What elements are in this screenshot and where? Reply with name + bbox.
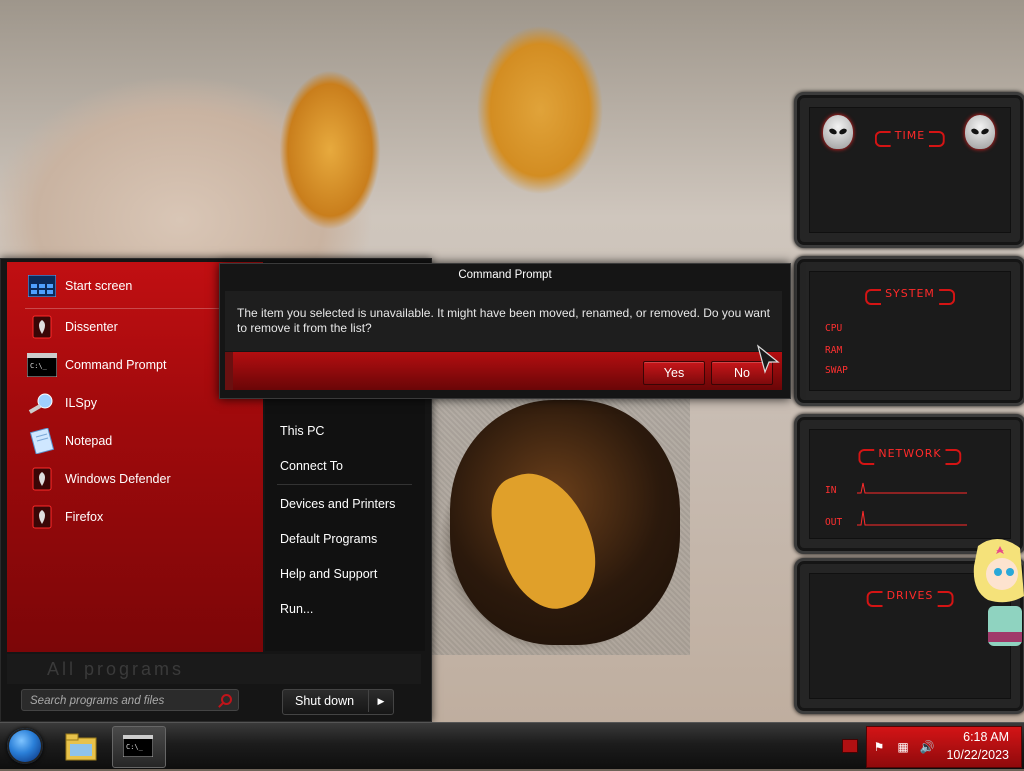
cmd-icon: C:\_	[123, 735, 153, 757]
swap-label: SWAP	[825, 365, 848, 376]
start-menu-places: This PC Connect To Devices and Printers …	[265, 395, 425, 651]
cartoon-sticker	[973, 538, 1024, 646]
start-screen-icon	[27, 273, 57, 299]
alienware-app-icon	[27, 314, 57, 340]
start-item-label: Start screen	[65, 279, 133, 293]
start-link-run[interactable]: Run...	[280, 602, 313, 616]
yes-button[interactable]: Yes	[643, 361, 705, 385]
search-placeholder: Search programs and files	[30, 695, 165, 707]
dialog-message: The item you selected is unavailable. It…	[237, 306, 770, 335]
all-programs-button[interactable]: All programs	[7, 654, 421, 684]
shutdown-label: Shut down	[295, 694, 355, 708]
svg-text:C:\_: C:\_	[30, 362, 48, 370]
start-link-this-pc[interactable]: This PC	[280, 424, 324, 438]
divider	[25, 308, 235, 309]
search-icon	[221, 694, 232, 705]
clock-date[interactable]: 10/22/2023	[946, 748, 1009, 762]
alien-head-icon	[823, 115, 853, 149]
alien-head-icon	[965, 115, 995, 149]
start-link-devices-printers[interactable]: Devices and Printers	[280, 497, 395, 511]
network-out-label: OUT	[825, 517, 843, 528]
ram-label: RAM	[825, 345, 843, 356]
command-prompt-dialog: Command Prompt The item you selected is …	[219, 263, 791, 399]
network-graph	[857, 482, 967, 526]
start-item-label: Command Prompt	[65, 358, 167, 372]
divider	[277, 484, 412, 485]
drives-gadget-title: DRIVES	[866, 589, 954, 607]
network-gadget[interactable]: NETWORK IN OUT	[794, 414, 1024, 554]
ilspy-icon	[27, 390, 57, 416]
start-item-label: Dissenter	[65, 320, 118, 334]
network-gadget-title: NETWORK	[858, 447, 963, 465]
system-gadget[interactable]: SYSTEM CPU RAM SWAP	[794, 256, 1024, 406]
clock-time[interactable]: 6:18 AM	[963, 730, 1009, 744]
cpu-label: CPU	[825, 323, 843, 334]
alienware-app-icon	[27, 466, 57, 492]
start-search-input[interactable]: Search programs and files	[21, 689, 239, 711]
volume-icon[interactable]: 🔊	[919, 739, 935, 755]
system-gadget-title: SYSTEM	[865, 287, 955, 305]
taskbar: C:\_ ⚑ ▦ 🔊 6:18 AM 10/22/2023	[0, 722, 1024, 769]
dialog-button-bar: Yes No	[225, 352, 782, 390]
shutdown-button[interactable]: Shut down ▶	[282, 689, 394, 715]
start-item-notepad[interactable]: Notepad	[27, 426, 112, 456]
start-button[interactable]	[7, 728, 43, 764]
shutdown-options-arrow-icon[interactable]: ▶	[368, 690, 393, 712]
cmd-icon: C:\_	[27, 352, 57, 378]
start-item-label: Notepad	[65, 434, 113, 448]
taskbar-command-prompt[interactable]: C:\_	[112, 726, 166, 768]
time-gadget[interactable]: TIME	[794, 92, 1024, 248]
start-item-windows-defender[interactable]: Windows Defender	[27, 464, 171, 494]
start-item-label: Windows Defender	[65, 472, 171, 486]
taskbar-file-explorer[interactable]	[60, 726, 102, 766]
time-gadget-title: TIME	[874, 129, 946, 147]
notepad-icon	[27, 428, 57, 454]
folder-icon	[65, 733, 97, 761]
mouse-cursor-icon	[756, 344, 780, 374]
start-item-label: ILSpy	[65, 396, 97, 410]
svg-text:C:\_: C:\_	[126, 743, 144, 751]
start-item-label: Firefox	[65, 510, 104, 524]
start-item-ilspy[interactable]: ILSpy	[27, 388, 97, 418]
dialog-body: The item you selected is unavailable. It…	[225, 291, 782, 351]
start-item-dissenter[interactable]: Dissenter	[27, 312, 118, 342]
start-item-firefox[interactable]: Firefox	[27, 502, 103, 532]
start-item-start-screen[interactable]: Start screen	[27, 271, 132, 301]
alienware-app-icon	[27, 504, 57, 530]
start-item-command-prompt[interactable]: C:\_ Command Prompt	[27, 350, 166, 380]
start-link-connect-to[interactable]: Connect To	[280, 459, 343, 473]
network-icon[interactable]: ▦	[895, 739, 911, 755]
start-link-help-support[interactable]: Help and Support	[280, 567, 377, 581]
dialog-title: Command Prompt	[458, 269, 552, 281]
network-in-label: IN	[825, 485, 837, 496]
system-tray: ⚑ ▦ 🔊 6:18 AM 10/22/2023	[866, 726, 1022, 768]
start-link-default-programs[interactable]: Default Programs	[280, 532, 377, 546]
notification-chevron[interactable]	[842, 739, 858, 753]
action-center-flag-icon[interactable]: ⚑	[871, 739, 887, 755]
